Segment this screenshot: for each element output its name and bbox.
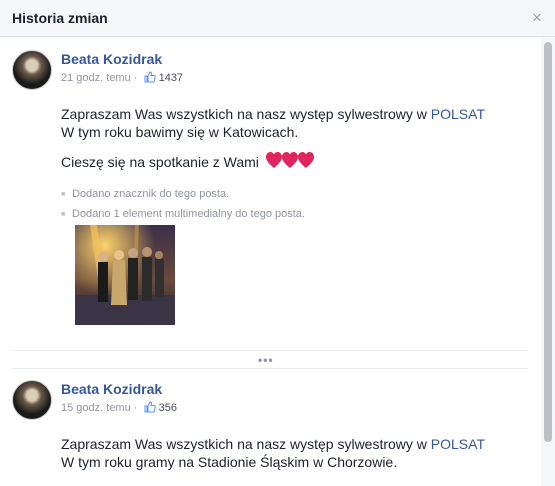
like-count[interactable]: 1437 — [159, 72, 183, 84]
thumbs-up-icon — [144, 71, 156, 83]
author-name[interactable]: Beata Kozidrak — [61, 381, 162, 397]
post-line: W tym roku bawimy się w Katowicach. — [61, 124, 299, 140]
post-line: Zapraszam Was wszystkich na nasz występ … — [61, 435, 485, 453]
change-item: Dodano 1 element multimedialny do tego p… — [61, 208, 305, 222]
post-text-prefix: Zapraszam Was wszystkich na nasz występ … — [61, 436, 431, 452]
thumbs-up-icon — [144, 401, 156, 413]
close-icon[interactable]: × — [527, 8, 547, 28]
post-line: Zapraszam Was wszystkich na nasz występ … — [61, 105, 485, 123]
photo-content — [75, 225, 175, 325]
post-text: Zapraszam Was wszystkich na nasz występ … — [61, 105, 485, 141]
history-list: Beata Kozidrak 21 godz. temu · 1437 Zapr… — [0, 38, 541, 486]
divider — [12, 350, 528, 351]
author-name[interactable]: Beata Kozidrak — [61, 51, 162, 67]
like-count[interactable]: 356 — [159, 402, 177, 414]
divider — [12, 368, 528, 369]
avatar[interactable] — [12, 380, 52, 420]
post-text-prefix: Zapraszam Was wszystkich na nasz występ … — [61, 106, 431, 122]
scrollbar-thumb[interactable] — [544, 42, 552, 442]
edit-history-dialog: Historia zmian × Beata Kozidrak 21 godz.… — [0, 0, 555, 486]
page-link[interactable]: POLSAT — [431, 106, 485, 122]
meta-separator: · — [133, 402, 138, 414]
page-link[interactable]: POLSAT — [431, 436, 485, 452]
meta-separator: · — [133, 72, 138, 84]
post-meta: 21 godz. temu · 1437 — [61, 71, 183, 84]
post-time[interactable]: 21 godz. temu — [61, 72, 131, 84]
post-text-line: Cieszę się na spotkanie z Wami — [61, 154, 259, 170]
change-item: Dodano znacznik do tego posta. — [61, 188, 305, 202]
change-list: Dodano znacznik do tego posta. Dodano 1 … — [61, 188, 305, 228]
more-icon[interactable]: ••• — [258, 353, 274, 367]
post-line: Cieszę się na spotkanie z Wami — [61, 152, 314, 171]
post-line: W tym roku gramy na Stadionie Śląskim w … — [61, 454, 398, 470]
dialog-title: Historia zmian — [12, 10, 108, 26]
post-photo[interactable] — [75, 225, 175, 325]
avatar[interactable] — [12, 50, 52, 90]
post-time[interactable]: 15 godz. temu — [61, 402, 131, 414]
post-text: Zapraszam Was wszystkich na nasz występ … — [61, 435, 485, 471]
heart-emoji-icon — [265, 152, 314, 168]
dialog-header: Historia zmian × — [0, 0, 555, 37]
post-meta: 15 godz. temu · 356 — [61, 401, 177, 414]
